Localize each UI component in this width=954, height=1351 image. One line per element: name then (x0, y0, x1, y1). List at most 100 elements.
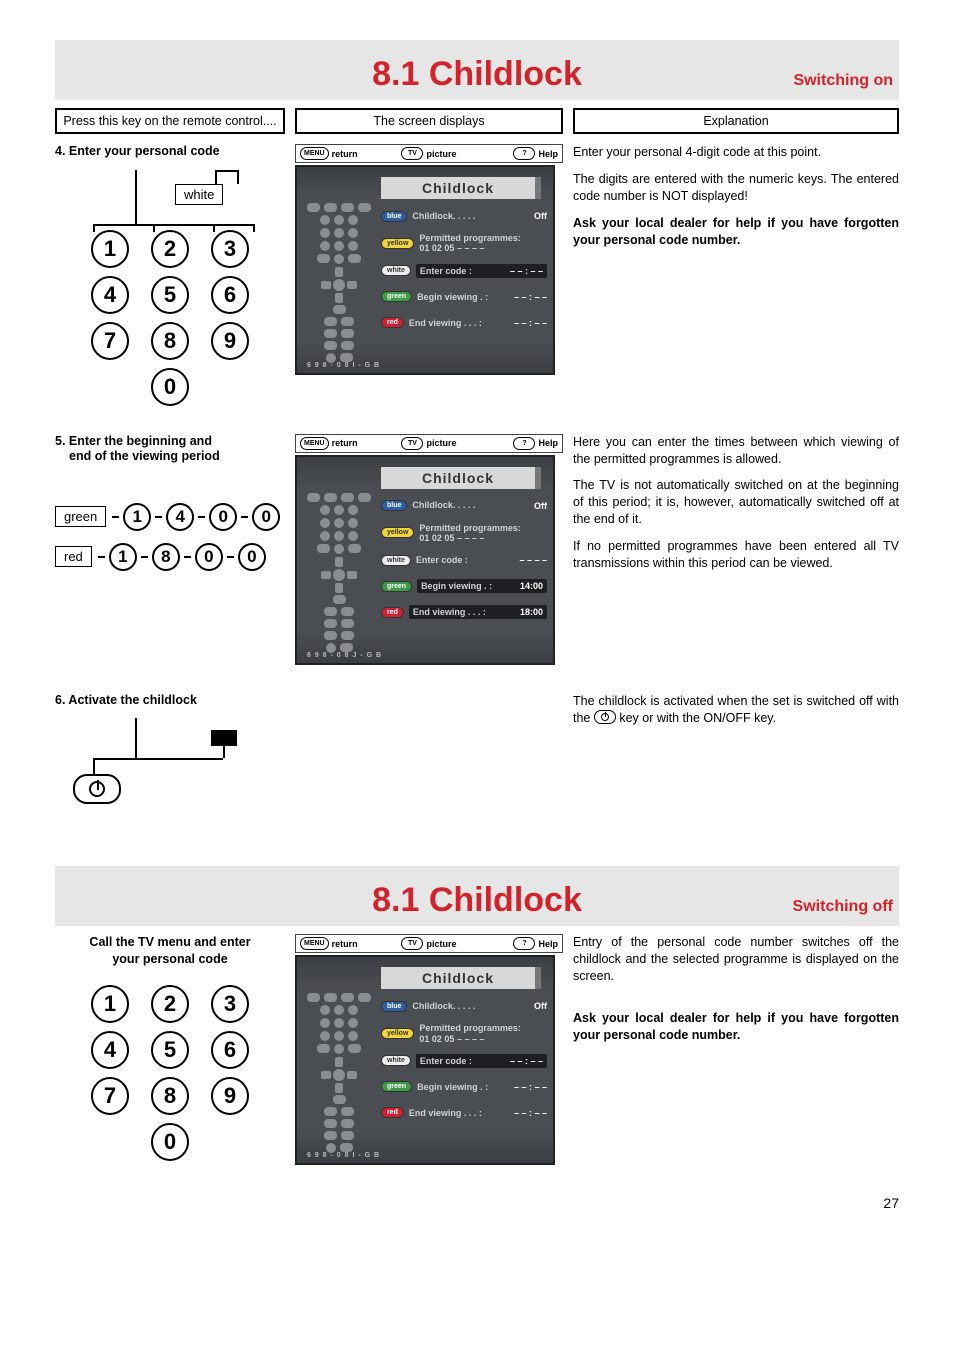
standby-icon (89, 781, 105, 797)
page-number: 27 (55, 1195, 899, 1211)
standby-key[interactable] (73, 774, 121, 804)
tv-key-icon: TV (401, 437, 423, 450)
digit-4[interactable]: 4 (91, 1031, 129, 1069)
standby-icon (601, 713, 609, 721)
osd-row-blue: blueChildlock. . . . .Off (381, 207, 547, 225)
osd-title-off: Childlock (381, 967, 541, 989)
step6-row: 6. Activate the childlock The childlock … (55, 693, 899, 839)
red-key: red (381, 317, 404, 328)
osd-remote-graphic-5 (305, 493, 373, 656)
digit-1[interactable]: 1 (91, 230, 129, 268)
section-off-band: 8.1 Childlock Switching off (55, 866, 899, 926)
seq-r-4[interactable]: 0 (238, 543, 266, 571)
tv-key-icon: TV (401, 147, 423, 160)
seq-g-4[interactable]: 0 (252, 503, 280, 531)
osd-topbar-off: MENU return TV picture ? Help (295, 934, 563, 953)
standby-diagram (55, 718, 255, 838)
return-label: return (332, 149, 358, 159)
digit-5[interactable]: 5 (151, 276, 189, 314)
osd-title: Childlock (381, 177, 541, 199)
step4-p1: Enter your personal 4-digit code at this… (573, 144, 899, 161)
seq-g-3[interactable]: 0 (209, 503, 237, 531)
seq-r-2[interactable]: 8 (152, 543, 180, 571)
osd-row-green: greenBegin viewing . :– – : – – (381, 288, 547, 306)
step6-p1: The childlock is activated when the set … (573, 693, 899, 727)
step4-explain: Enter your personal 4-digit code at this… (573, 144, 899, 406)
osd5-row-blue: blueChildlock. . . . .Off (381, 497, 547, 515)
digit-9[interactable]: 9 (211, 1077, 249, 1115)
step5-row: 5. Enter the beginning and end of the vi… (55, 434, 899, 665)
section-off-title: 8.1 Childlock (338, 881, 615, 920)
step5-osd: MENU return TV picture ? Help Childlock (295, 434, 563, 665)
white-pointer: white (55, 170, 285, 230)
osd-row-white: whiteEnter code :– – : – – (381, 262, 547, 280)
tv-key-icon: TV (401, 937, 423, 950)
picture-label: picture (426, 149, 456, 159)
off-row: Call the TV menu and enter your personal… (55, 934, 899, 1165)
step4-p2: The digits are entered with the numeric … (573, 171, 899, 205)
menu-key-icon: MENU (300, 437, 329, 450)
digit-7[interactable]: 7 (91, 1077, 129, 1115)
blue-key: blue (381, 211, 407, 222)
help-key-icon: ? (513, 437, 535, 450)
digit-3[interactable]: 3 (211, 230, 249, 268)
section-on-title: 8.1 Childlock (338, 55, 615, 94)
green-key: green (381, 291, 412, 302)
step5-explain: Here you can enter the times between whi… (573, 434, 899, 665)
digit-2[interactable]: 2 (151, 985, 189, 1023)
osd-remote-graphic (305, 203, 373, 366)
section-on-band: 8.1 Childlock Switching on (55, 40, 899, 100)
digit-4[interactable]: 4 (91, 276, 129, 314)
menu-key-icon: MENU (300, 147, 329, 160)
digit-2[interactable]: 2 (151, 230, 189, 268)
digit-0[interactable]: 0 (151, 1123, 189, 1161)
osd-code: 6 9 8 - 0 8 I - G B (307, 362, 380, 369)
osd5-row-green: greenBegin viewing . :14:00 (381, 577, 547, 595)
seq-g-2[interactable]: 4 (166, 503, 194, 531)
header-explain: Explanation (573, 108, 899, 134)
osd5-row-yellow: yellowPermitted programmes:01 02 05 – – … (381, 523, 547, 544)
step6-explain: The childlock is activated when the set … (573, 693, 899, 839)
off-osd: MENU return TV picture ? Help Childlock (295, 934, 563, 1165)
digit-6[interactable]: 6 (211, 1031, 249, 1069)
keypad: 1 2 3 4 5 6 7 8 9 0 (55, 230, 285, 406)
step4-osd: MENU return TV picture ? Help Childlock (295, 144, 563, 375)
digit-7[interactable]: 7 (91, 322, 129, 360)
digit-0[interactable]: 0 (151, 368, 189, 406)
digit-8[interactable]: 8 (151, 1077, 189, 1115)
header-row: Press this key on the remote control....… (55, 108, 899, 134)
osd5-row-white: whiteEnter code :– – – – (381, 551, 547, 569)
osd5-row-red: redEnd viewing . . . :18:00 (381, 603, 547, 621)
red-sequence: red 1 8 0 0 (55, 543, 285, 571)
seq-r-3[interactable]: 0 (195, 543, 223, 571)
seq-r-1[interactable]: 1 (109, 543, 137, 571)
osd-code-off: 6 9 8 - 0 8 I - G B (307, 1152, 380, 1159)
osd-row-yellow: yellowPermitted programmes:01 02 05 – – … (381, 233, 547, 254)
digit-3[interactable]: 3 (211, 985, 249, 1023)
digit-8[interactable]: 8 (151, 322, 189, 360)
osdoff-row-red: redEnd viewing . . . :– – : – – (381, 1104, 547, 1122)
off-p2: Ask your local dealer for help if you ha… (573, 1010, 899, 1044)
section-off-subtitle: Switching off (616, 898, 893, 920)
yellow-key: yellow (381, 238, 414, 249)
osdoff-row-white: whiteEnter code :– – : – – (381, 1052, 547, 1070)
osdoff-row-green: greenBegin viewing . :– – : – – (381, 1078, 547, 1096)
help-key-icon: ? (513, 937, 535, 950)
osdoff-row-yellow: yellowPermitted programmes:01 02 05 – – … (381, 1023, 547, 1044)
help-label: Help (538, 149, 558, 159)
osd-remote-graphic-off (305, 993, 373, 1156)
digit-1[interactable]: 1 (91, 985, 129, 1023)
seq-g-1[interactable]: 1 (123, 503, 151, 531)
step6-label: 6. Activate the childlock (55, 693, 285, 709)
osd-title-5: Childlock (381, 467, 541, 489)
digit-5[interactable]: 5 (151, 1031, 189, 1069)
osdoff-row-blue: blueChildlock. . . . .Off (381, 997, 547, 1015)
green-label: green (55, 506, 106, 527)
digit-9[interactable]: 9 (211, 322, 249, 360)
digit-6[interactable]: 6 (211, 276, 249, 314)
step5-label: 5. Enter the beginning and end of the vi… (55, 434, 285, 465)
white-pointer-label: white (175, 184, 223, 205)
off-left-text: Call the TV menu and enter your personal… (55, 934, 285, 967)
off-p1: Entry of the personal code number switch… (573, 934, 899, 985)
step5-p3: If no permitted programmes have been ent… (573, 538, 899, 572)
